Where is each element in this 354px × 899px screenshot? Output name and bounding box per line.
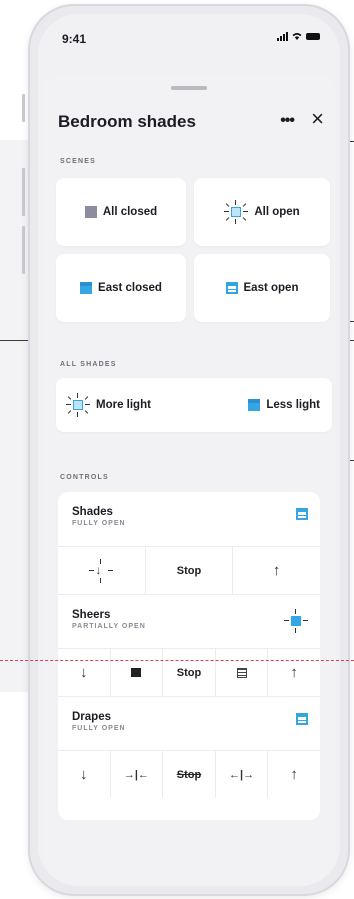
all-shades-card: More light Less light — [56, 378, 332, 432]
control-state: PARTIALLY OPEN — [72, 623, 146, 630]
status-icons — [277, 32, 320, 41]
more-options-button[interactable]: ••• — [280, 112, 295, 130]
control-state: FULLY OPEN — [72, 520, 126, 527]
shades-control-header: Shades FULLY OPEN — [58, 492, 320, 546]
controls-section-label: CONTROLS — [60, 474, 109, 481]
shade-open-icon — [296, 508, 308, 520]
scene-label: All open — [254, 206, 300, 218]
scene-all-open[interactable]: All open — [194, 178, 330, 246]
scene-all-closed[interactable]: All closed — [56, 178, 186, 246]
shade-open-icon — [225, 282, 238, 294]
sheet-grabber[interactable] — [171, 86, 207, 90]
scene-east-closed[interactable]: East closed — [56, 254, 186, 322]
edge-tick — [22, 94, 25, 122]
sheers-stop-button[interactable]: Stop — [162, 649, 215, 696]
battery-icon — [306, 33, 320, 40]
wifi-icon — [292, 33, 302, 40]
drapes-stop-button[interactable]: Stop — [162, 751, 215, 798]
control-state: FULLY OPEN — [72, 725, 126, 732]
arrow-up-icon: ↑ — [290, 664, 298, 681]
sheers-open-button[interactable] — [214, 649, 268, 696]
more-light-sun-icon — [66, 393, 90, 417]
red-dashed-guide — [0, 660, 354, 661]
drape-open-icon: ←|→ — [229, 768, 255, 781]
scene-east-open[interactable]: East open — [194, 254, 330, 322]
sheers-partial-sun-icon — [284, 609, 308, 633]
scene-label: All closed — [102, 206, 158, 218]
cellular-signal-icon — [277, 32, 288, 41]
sheer-closed-icon — [131, 668, 142, 677]
drapes-raise-button[interactable]: ↑ — [267, 751, 320, 798]
sheers-control-header: Sheers PARTIALLY OPEN — [58, 594, 320, 648]
controls-card: Shades FULLY OPEN ↓ Stop ↑ Sheers PARTIA… — [58, 492, 320, 820]
shades-button-row: ↓ Stop ↑ — [58, 546, 320, 594]
ellipsis-icon: ••• — [280, 112, 295, 129]
edge-tick — [22, 226, 25, 274]
drapes-close-button[interactable]: →|← — [109, 751, 163, 798]
sheet-title: Bedroom shades — [58, 112, 196, 131]
shade-closed-blue-icon — [80, 282, 93, 294]
drapes-open-button[interactable]: ←|→ — [214, 751, 268, 798]
scene-label: East open — [243, 282, 299, 294]
drapes-control-header: Drapes FULLY OPEN — [58, 696, 320, 750]
control-name: Drapes — [72, 711, 111, 723]
shades-lower-button[interactable]: ↓ — [58, 547, 145, 594]
stop-label: Stop — [176, 564, 202, 577]
arrow-down-icon: ↓ — [80, 766, 88, 783]
stop-label: Stop — [176, 666, 202, 679]
phone-frame: 9:41 Bedroom shades ••• × SCENES All clo… — [28, 4, 350, 896]
less-light-label: Less light — [266, 399, 320, 411]
scene-label: East closed — [98, 282, 162, 294]
more-light-button[interactable]: More light — [66, 378, 151, 432]
arrow-up-icon: ↑ — [290, 766, 298, 783]
lower-sun-icon: ↓ — [89, 558, 114, 583]
shade-open-sun-icon — [224, 200, 249, 224]
edge-tick — [22, 168, 25, 216]
status-bar: 9:41 — [62, 30, 320, 50]
sheers-button-row: ↓ Stop ↑ — [58, 648, 320, 696]
close-button[interactable]: × — [311, 108, 324, 130]
sheers-raise-button[interactable]: ↑ — [267, 649, 320, 696]
scenes-section-label: SCENES — [60, 158, 96, 165]
stop-label: Stop — [176, 768, 202, 781]
less-light-button[interactable]: Less light — [248, 378, 320, 432]
status-time: 9:41 — [62, 32, 87, 46]
drapes-lower-button[interactable]: ↓ — [58, 751, 110, 798]
shade-closed-gray-icon — [84, 206, 97, 218]
drapes-button-row: ↓ →|← Stop ←|→ ↑ — [58, 750, 320, 798]
control-name: Sheers — [72, 609, 111, 621]
arrow-down-icon: ↓ — [80, 664, 88, 681]
shades-stop-button[interactable]: Stop — [144, 547, 233, 594]
sheers-lower-button[interactable]: ↓ — [58, 649, 110, 696]
drape-close-icon: →|← — [123, 768, 149, 781]
less-light-shade-icon — [248, 399, 261, 411]
phone-screen: 9:41 Bedroom shades ••• × SCENES All clo… — [38, 14, 340, 886]
close-icon: × — [311, 106, 324, 131]
control-name: Shades — [72, 506, 113, 518]
sheers-close-button[interactable] — [109, 649, 163, 696]
more-light-label: More light — [96, 399, 151, 411]
arrow-up-icon: ↑ — [272, 562, 281, 579]
all-shades-section-label: ALL SHADES — [60, 361, 117, 368]
drape-open-icon — [296, 713, 308, 725]
shades-raise-button[interactable]: ↑ — [232, 547, 320, 594]
sheer-open-icon — [236, 667, 247, 678]
